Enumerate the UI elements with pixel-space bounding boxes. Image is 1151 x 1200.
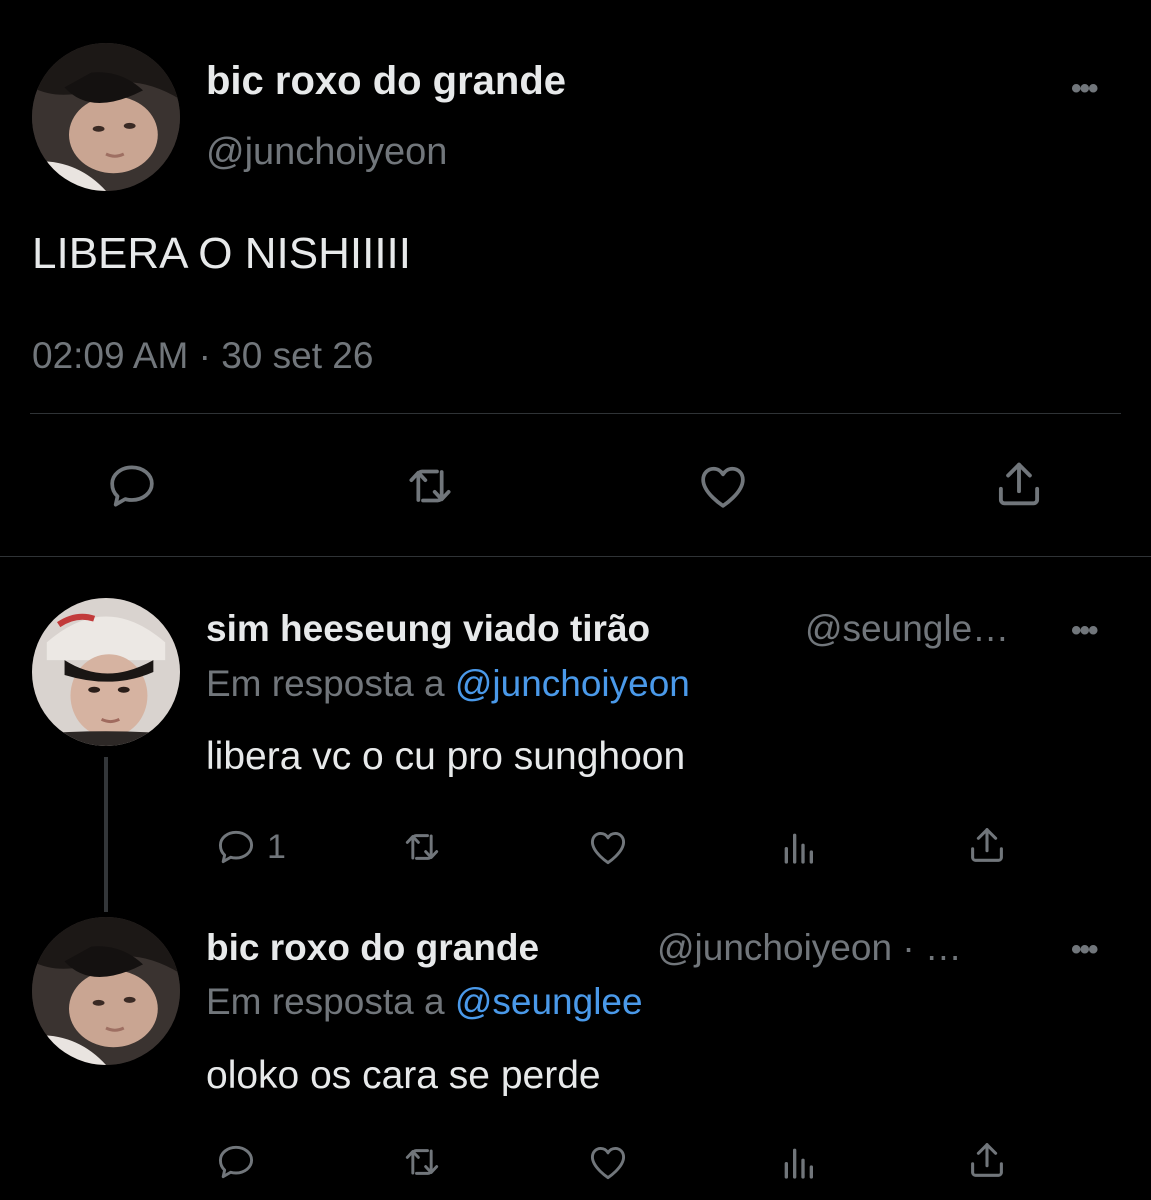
- share-icon[interactable]: [964, 822, 1010, 868]
- divider: [0, 556, 1151, 557]
- reply-text: libera vc o cu pro sunghoon: [206, 735, 686, 778]
- display-name[interactable]: bic roxo do grande: [206, 61, 566, 101]
- reply-count: 1: [267, 828, 286, 866]
- reply-text: oloko os cara se perde: [206, 1054, 601, 1097]
- tweet-date: 30 set 26: [221, 335, 374, 376]
- more-horizontal-icon[interactable]: •••: [1071, 616, 1098, 646]
- avatar-photo: [32, 917, 180, 1065]
- user-handle[interactable]: @seungle…: [805, 610, 1009, 647]
- replying-prefix: Em resposta a: [206, 663, 445, 704]
- user-handle[interactable]: @junchoiyeon: [206, 133, 447, 171]
- reply-icon[interactable]: [104, 458, 160, 514]
- like-icon[interactable]: [584, 1140, 632, 1184]
- like-icon[interactable]: [584, 825, 632, 869]
- replying-prefix: Em resposta a: [206, 981, 445, 1022]
- retweet-icon[interactable]: [396, 1140, 448, 1184]
- display-name[interactable]: sim heeseung viado tirão: [206, 610, 650, 647]
- like-icon[interactable]: [694, 458, 752, 514]
- avatar-photo: [32, 598, 180, 746]
- tweet-text: LIBERA O NISHIIIII: [32, 229, 412, 278]
- replying-to: Em resposta a @seunglee: [206, 983, 643, 1020]
- avatar-photo: [32, 43, 180, 191]
- display-name[interactable]: bic roxo do grande: [206, 929, 539, 966]
- divider: [30, 413, 1121, 414]
- timestamp-separator: ·: [198, 335, 211, 376]
- tweet-timestamp[interactable]: 02:09 AM · 30 set 26: [32, 337, 373, 374]
- share-icon[interactable]: [964, 1137, 1010, 1183]
- reply-icon[interactable]: [212, 1140, 260, 1184]
- mention-link[interactable]: @seunglee: [455, 981, 643, 1022]
- avatar[interactable]: [32, 917, 180, 1065]
- analytics-icon[interactable]: [776, 1142, 820, 1182]
- mention-link[interactable]: @junchoiyeon: [455, 663, 690, 704]
- replying-to: Em resposta a @junchoiyeon: [206, 665, 690, 702]
- avatar[interactable]: [32, 598, 180, 746]
- user-handle[interactable]: @junchoiyeon · …: [657, 929, 962, 966]
- analytics-icon[interactable]: [776, 827, 820, 867]
- share-icon[interactable]: [990, 454, 1048, 514]
- retweet-icon[interactable]: [396, 825, 448, 869]
- thread-line: [104, 757, 108, 912]
- more-horizontal-icon[interactable]: •••: [1071, 935, 1098, 965]
- reply-icon[interactable]: [212, 825, 260, 869]
- tweet-time: 02:09 AM: [32, 335, 189, 376]
- more-horizontal-icon[interactable]: •••: [1071, 74, 1098, 104]
- avatar[interactable]: [32, 43, 180, 191]
- retweet-icon[interactable]: [398, 458, 462, 514]
